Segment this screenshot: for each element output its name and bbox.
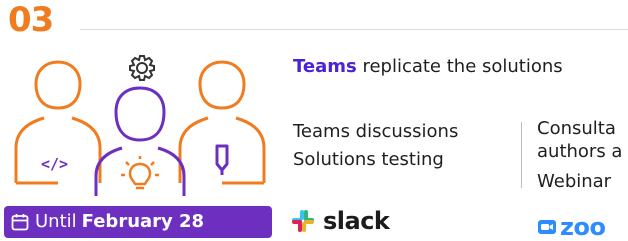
deadline-badge: Until February 28 — [4, 206, 272, 238]
webinar-item: Webinar — [537, 171, 612, 192]
list-item: Teams discussions — [293, 121, 459, 142]
pen-icon — [215, 144, 229, 175]
zoom-logo: zoo — [538, 213, 606, 241]
zoom-wordmark: zoo — [560, 213, 606, 241]
slack-logo: slack — [291, 205, 390, 237]
slack-wordmark: slack — [323, 207, 390, 235]
calendar-icon — [11, 214, 29, 231]
person-orange-pen-icon — [178, 60, 266, 185]
lightbulb-icon — [121, 156, 159, 190]
slack-icon — [292, 210, 314, 232]
column-divider — [521, 122, 522, 188]
team-illustration: </> — [14, 55, 266, 196]
deadline-prefix: Until — [35, 211, 77, 232]
deadline-date: February 28 — [81, 211, 205, 232]
teams-activities-list: Teams discussions Solutions testing — [293, 118, 458, 174]
intro-sentence: Teams replicate the solutions — [293, 55, 563, 79]
teams-brand: Teams — [293, 56, 357, 77]
person-purple-lightbulb-icon — [94, 86, 186, 196]
consultation-list: Consulta authors a Webinar — [537, 117, 622, 193]
consult-line-2: authors a — [537, 141, 623, 162]
list-item: Solutions testing — [293, 149, 444, 170]
step-number: 03 — [8, 0, 54, 40]
gear-icon — [129, 55, 155, 81]
consult-line-1: Consulta — [537, 118, 616, 139]
code-symbol: </> — [41, 155, 68, 173]
intro-text: replicate the solutions — [356, 56, 563, 77]
zoom-icon — [538, 220, 556, 234]
header-divider — [80, 29, 628, 30]
